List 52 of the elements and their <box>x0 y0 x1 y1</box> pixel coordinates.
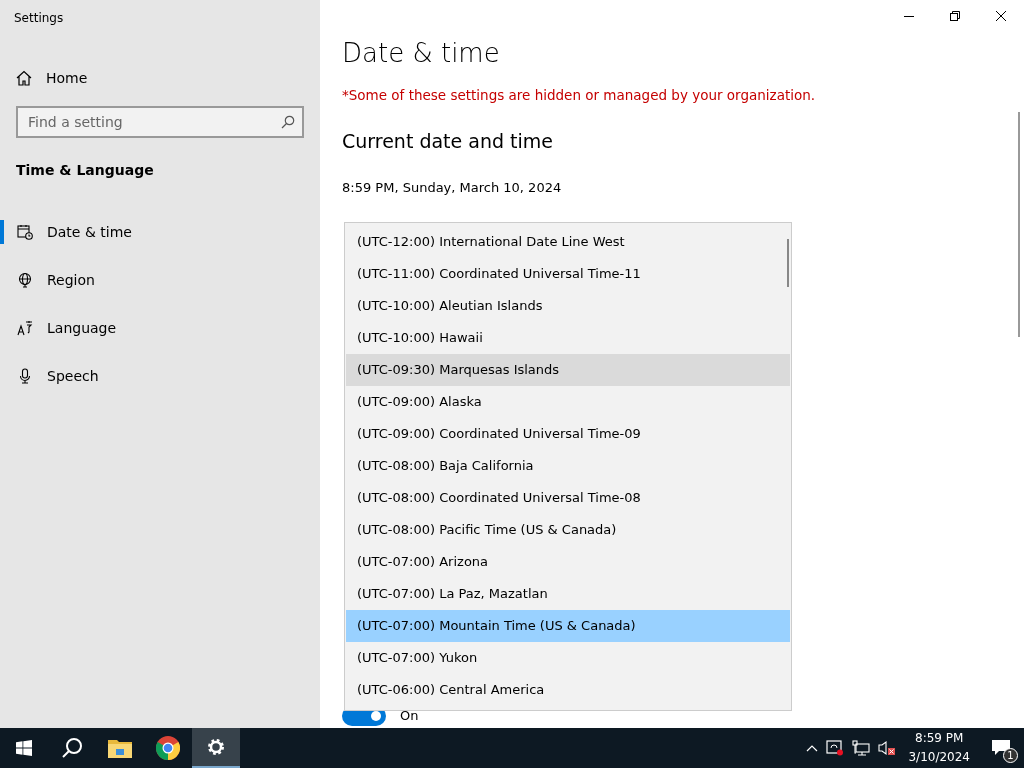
timezone-option[interactable]: (UTC-09:00) Alaska <box>346 386 790 418</box>
timezone-option[interactable]: (UTC-07:00) Yukon <box>346 642 790 674</box>
globe-icon <box>17 272 33 288</box>
search-icon <box>281 115 295 129</box>
microphone-icon <box>17 368 33 384</box>
network-icon[interactable] <box>852 740 871 756</box>
search-icon <box>61 737 83 759</box>
folder-icon <box>108 738 132 758</box>
start-icon <box>16 740 32 756</box>
timezone-option[interactable]: (UTC-08:00) Pacific Time (US & Canada) <box>346 514 790 546</box>
timezone-option[interactable]: (UTC-10:00) Aleutian Islands <box>346 290 790 322</box>
timezone-option[interactable]: (UTC-08:00) Coordinated Universal Time-08 <box>346 482 790 514</box>
nav-item[interactable]: Language <box>0 304 320 352</box>
speaker-muted-icon[interactable] <box>878 740 897 756</box>
page-title: Date & time <box>342 37 501 70</box>
calendar-icon <box>17 224 33 240</box>
gear-icon <box>206 737 226 757</box>
close-icon <box>996 11 1006 21</box>
home-icon <box>16 70 32 86</box>
nav-item[interactable]: Speech <box>0 352 320 400</box>
timezone-option[interactable]: (UTC-12:00) International Date Line West <box>346 226 790 258</box>
chevron-up-icon[interactable] <box>806 744 819 752</box>
notification-badge: 1 <box>1003 748 1018 763</box>
security-icon[interactable] <box>826 740 845 756</box>
search-field[interactable]: Find a setting <box>16 106 304 138</box>
timezone-option[interactable]: (UTC-07:00) La Paz, Mazatlan <box>346 578 790 610</box>
section-heading: Time & Language <box>15 161 155 180</box>
window-title: Settings <box>13 10 65 27</box>
section-heading: Current date and time <box>342 129 554 155</box>
timezone-option[interactable]: (UTC-07:00) Arizona <box>346 546 790 578</box>
clock-date: 3/10/2024 <box>908 749 970 766</box>
taskbar-app[interactable] <box>192 728 240 768</box>
timezone-option[interactable]: (UTC-09:00) Coordinated Universal Time-09 <box>346 418 790 450</box>
message-icon <box>992 740 1010 756</box>
chrome-icon <box>156 736 180 760</box>
timezone-option[interactable]: (UTC-06:00) Central America <box>346 674 790 706</box>
toggle-label: On <box>400 707 419 726</box>
clock-time: 8:59 PM <box>914 730 965 747</box>
timezone-option[interactable]: (UTC-10:00) Hawaii <box>346 322 790 354</box>
home-link[interactable]: Home <box>0 62 320 94</box>
restore-icon <box>950 11 960 21</box>
timezone-option[interactable]: (UTC-11:00) Coordinated Universal Time-11 <box>346 258 790 290</box>
scrollbar-thumb[interactable] <box>787 239 789 287</box>
nav-item[interactable]: Region <box>0 256 320 304</box>
notice-text: *Some of these settings are hidden or managed by your organization. <box>342 86 817 105</box>
language-icon <box>17 320 33 336</box>
timezone-option[interactable]: (UTC-07:00) Mountain Time (US & Canada) <box>346 610 790 642</box>
timezone-option[interactable]: (UTC-08:00) Baja California <box>346 450 790 482</box>
nav-item[interactable]: Date & time <box>0 208 320 256</box>
timezone-option[interactable]: (UTC-09:30) Marquesas Islands <box>346 354 790 386</box>
current-datetime: 8:59 PM, Sunday, March 10, 2024 <box>342 178 563 197</box>
notifications-button[interactable]: 1 <box>978 728 1024 768</box>
